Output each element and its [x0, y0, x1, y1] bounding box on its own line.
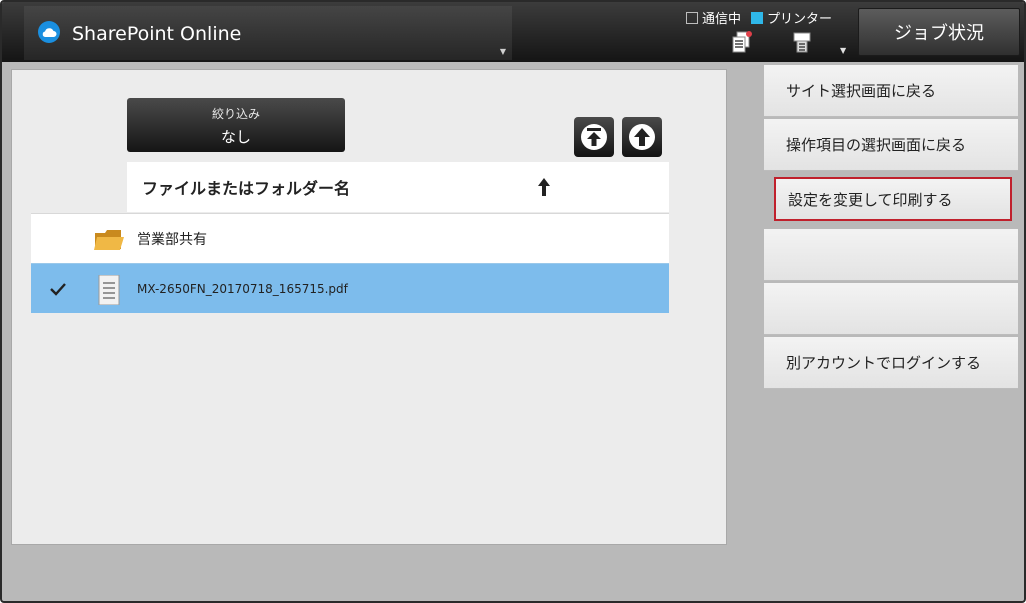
job-status-button[interactable]: ジョブ状況: [858, 8, 1020, 56]
list-header[interactable]: ファイルまたはフォルダー名: [127, 162, 669, 212]
chevron-down-icon[interactable]: ▼: [840, 46, 846, 55]
menu-item-back-to-operation[interactable]: 操作項目の選択画面に戻る: [764, 119, 1018, 171]
go-to-top-button[interactable]: [574, 117, 614, 157]
screen-frame: SharePoint Online ▼ 通信中 プリンター ▼ ジョブ状況 絞り…: [0, 0, 1026, 603]
document-icon: [98, 275, 120, 305]
filter-label: 絞り込み: [211, 107, 260, 121]
arrow-up-icon: [629, 124, 655, 150]
file-browser-panel: 絞り込み なし ファイルまたはフォルダー名 営業部共有 MX-2650FN_20…: [11, 69, 727, 545]
list-item-file[interactable]: MX-2650FN_20170718_165715.pdf: [31, 263, 669, 313]
list-item-label: 営業部共有: [137, 231, 207, 248]
filter-value: なし: [220, 128, 251, 146]
status-box-printer: [751, 11, 764, 24]
menu-item-empty-1: [764, 229, 1018, 281]
list-item-label: MX-2650FN_20170718_165715.pdf: [137, 281, 348, 296]
menu-item-login-other-account[interactable]: 別アカウントでログインする: [764, 337, 1018, 389]
menu-item-back-to-site[interactable]: サイト選択画面に戻る: [764, 65, 1018, 117]
menu-item-change-settings-print[interactable]: 設定を変更して印刷する: [774, 177, 1012, 221]
chevron-down-icon[interactable]: ▼: [500, 47, 506, 56]
column-header-name: ファイルまたはフォルダー名: [142, 179, 351, 198]
arrow-to-top-icon: [581, 124, 607, 150]
status-label-printer: プリンター: [767, 12, 833, 27]
sort-arrow-icon[interactable]: [535, 176, 553, 198]
list-item-folder[interactable]: 営業部共有: [31, 213, 669, 263]
checkmark-icon: [50, 283, 66, 296]
app-title: SharePoint Online: [72, 23, 242, 45]
printer-job-icon[interactable]: [792, 30, 816, 54]
folder-icon: [94, 230, 124, 250]
cloud-icon: [38, 21, 60, 43]
menu-item-empty-2: [764, 283, 1018, 335]
header-bar: SharePoint Online ▼ 通信中 プリンター ▼ ジョブ状況: [2, 2, 1024, 62]
filter-button[interactable]: 絞り込み なし: [127, 98, 345, 152]
status-box-comm: [686, 11, 698, 24]
status-label-comm: 通信中: [702, 12, 742, 27]
fax-job-icon[interactable]: [730, 30, 754, 54]
app-tab[interactable]: SharePoint Online ▼: [24, 6, 512, 60]
status-indicators: 通信中 プリンター: [686, 8, 838, 27]
go-up-button[interactable]: [622, 117, 662, 157]
